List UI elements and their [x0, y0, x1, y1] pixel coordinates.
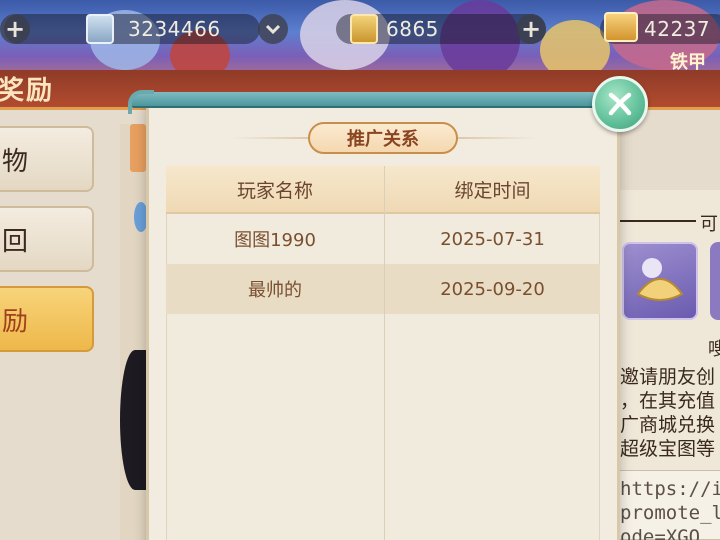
invite-header: 可 [700, 214, 718, 235]
reward-item-icon [636, 258, 684, 301]
table-row: 最帅的 2025-09-20 [166, 264, 600, 314]
close-button[interactable] [592, 76, 648, 132]
bind-date-cell: 2025-09-20 [440, 278, 545, 300]
reward-item-card-partial[interactable] [710, 242, 720, 320]
reward-item-card[interactable] [622, 242, 698, 320]
gold-ingot-icon [350, 14, 378, 44]
tab-gifts[interactable]: 物 [0, 126, 94, 192]
tab-rewards[interactable]: 励 [0, 286, 94, 352]
invite-url-line: https://id [620, 478, 720, 500]
dialog-scroll-rod [132, 92, 622, 108]
invite-desc-line: 广商城兑换 [620, 414, 716, 436]
player-name-cell: 最帅的 [248, 280, 302, 301]
dialog-title: 推广关系 [308, 122, 458, 154]
column-header-bind-time: 绑定时间 [385, 166, 600, 214]
tab-label: 励 [2, 306, 29, 337]
invite-desc-line: 邀请朋友创 [620, 366, 716, 388]
invite-url-line: promote_l [620, 502, 720, 524]
tab-label: 回 [2, 226, 29, 257]
bind-date-cell: 2025-07-31 [440, 228, 545, 250]
panel-title: 奖励 [0, 76, 55, 106]
column-header-player-name: 玩家名称 [166, 166, 384, 214]
dialog-scroll-curl [128, 90, 154, 114]
invite-desc-line: 超级宝图等 [620, 438, 716, 460]
chest-amount: 42237 [644, 17, 711, 41]
add-gold-button[interactable]: + [516, 14, 546, 44]
invite-desc-line: ，在其充值 [620, 390, 716, 412]
player-name-cell: 图图1990 [234, 230, 316, 251]
silver-coin-icon [86, 14, 114, 44]
tab-return[interactable]: 回 [0, 206, 94, 272]
table-row: 图图1990 2025-07-31 [166, 214, 600, 264]
silver-amount: 3234466 [128, 17, 221, 41]
tab-label: 物 [2, 146, 29, 177]
close-icon [608, 92, 632, 116]
invite-url-line: ode=XGO [620, 526, 701, 540]
invite-label: 嗖 [708, 339, 720, 360]
column-divider [384, 166, 385, 540]
orange-marker [130, 124, 146, 172]
gold-amount: 6865 [386, 17, 439, 41]
treasure-chest-icon [604, 12, 638, 42]
divider-line [620, 220, 696, 222]
add-silver-button[interactable]: + [0, 14, 30, 44]
chevron-down-icon[interactable] [258, 14, 288, 44]
resource-bar-silver: 3234466 [4, 14, 260, 44]
